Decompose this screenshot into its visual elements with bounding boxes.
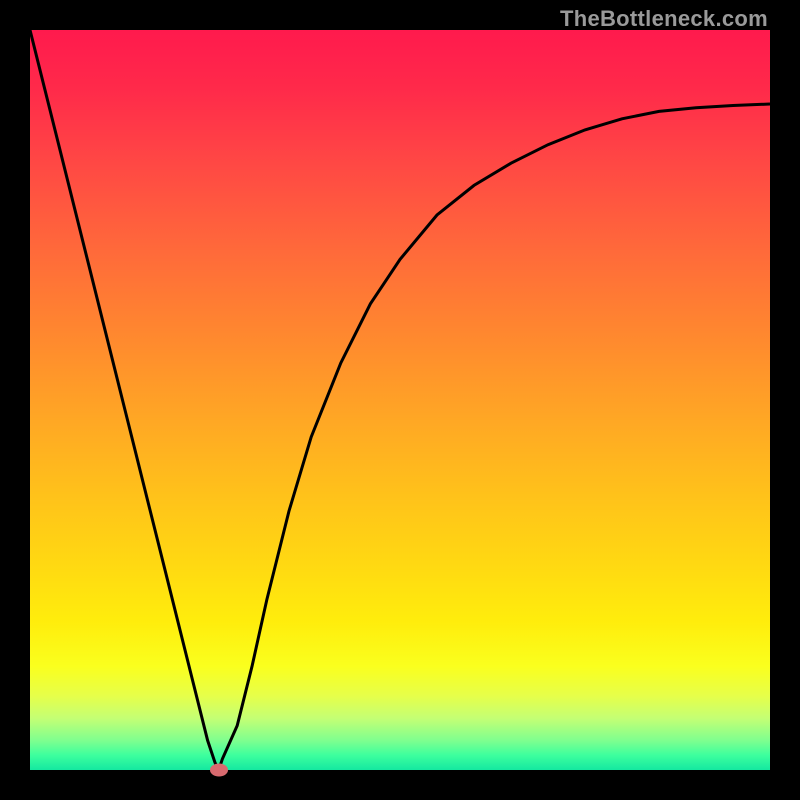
bottleneck-curve bbox=[30, 30, 770, 770]
minimum-marker bbox=[210, 764, 228, 777]
chart-frame: TheBottleneck.com bbox=[0, 0, 800, 800]
curve-path bbox=[30, 30, 770, 770]
plot-area bbox=[30, 30, 770, 770]
watermark-text: TheBottleneck.com bbox=[560, 6, 768, 32]
